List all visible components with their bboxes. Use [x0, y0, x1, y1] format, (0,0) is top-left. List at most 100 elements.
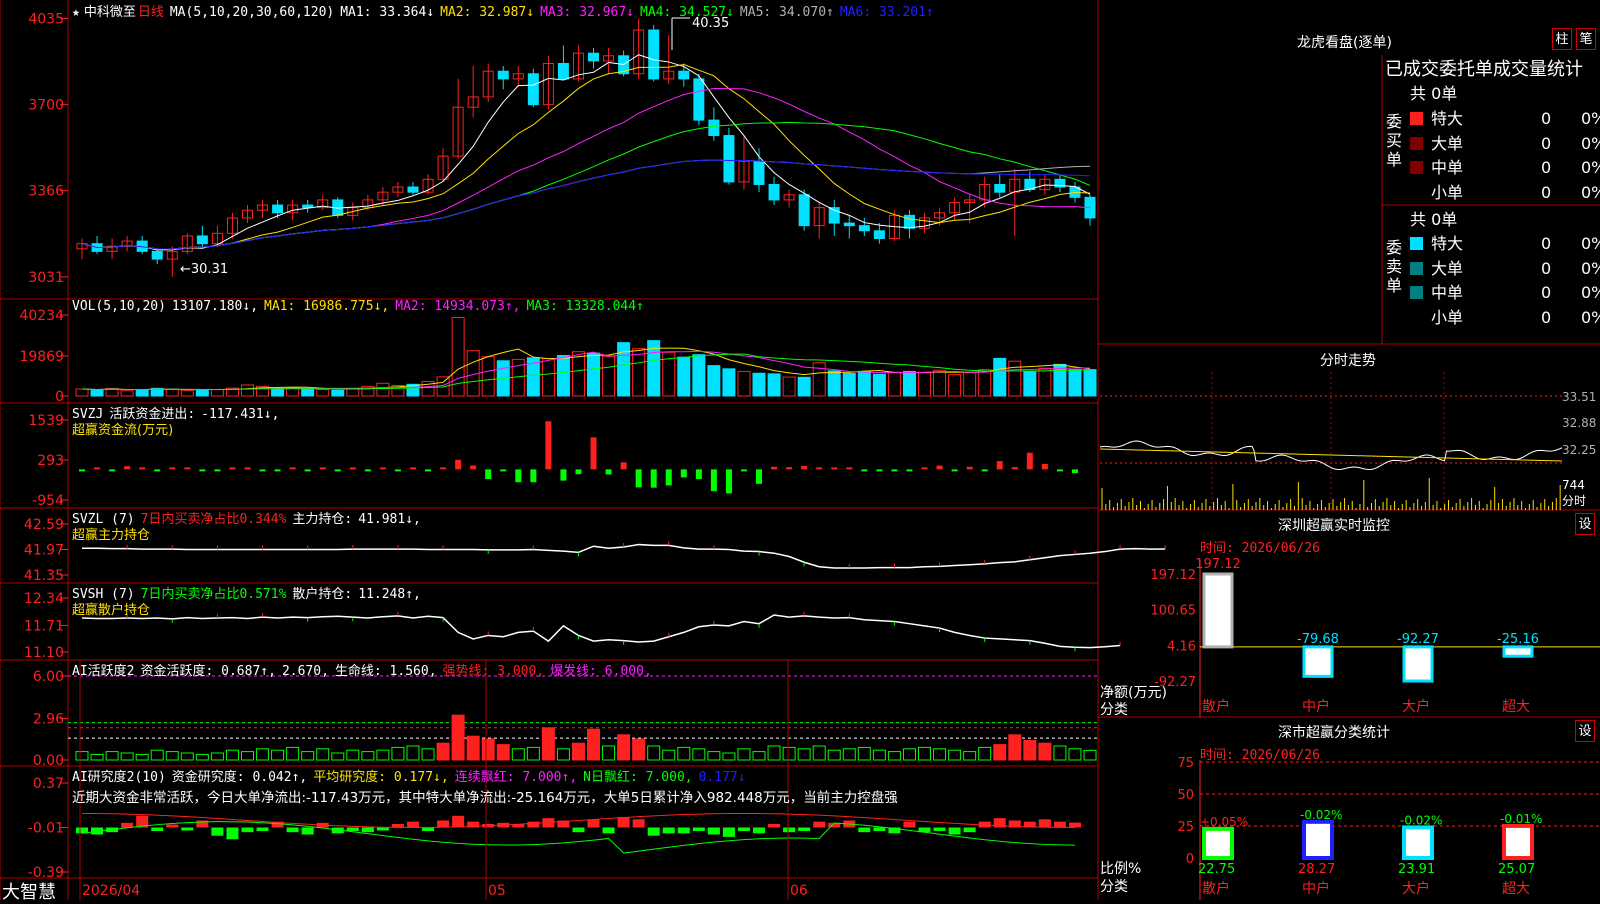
volume-bar	[346, 388, 360, 397]
tick-view-button[interactable]: 笔	[1576, 28, 1596, 50]
star-icon[interactable]: ★	[72, 5, 80, 20]
fund-flow-bar	[966, 466, 973, 470]
stats-value-label: 25.07	[1498, 862, 1535, 877]
stats-settings-button[interactable]: 设	[1575, 720, 1595, 742]
activity-bar	[677, 746, 691, 761]
order-percent: 0%	[1581, 307, 1600, 327]
research-bar	[587, 819, 600, 828]
period-label[interactable]: 日线	[138, 5, 164, 20]
activity-bar	[1023, 739, 1037, 761]
fund-flow-bar	[244, 467, 251, 470]
monitor-y-label: 100.65	[1151, 604, 1197, 619]
fund-flow-bar	[981, 469, 988, 472]
stats-title: 深市超赢分类统计	[1278, 725, 1390, 741]
volume-bar	[1053, 363, 1067, 397]
monitor-category-label: 超大	[1502, 699, 1530, 715]
fund-flow-bar	[440, 467, 447, 470]
y-tick-label: 40234	[19, 308, 64, 324]
research-bar	[376, 827, 389, 831]
stats-bar	[1402, 825, 1434, 861]
legend-item: 0.177↓	[698, 770, 746, 785]
activity-bar	[331, 752, 345, 761]
candle-body	[994, 183, 1006, 193]
order-count: 0	[1541, 283, 1552, 302]
stats-bar	[1202, 826, 1234, 861]
bar-view-button[interactable]: 柱	[1552, 28, 1572, 50]
vol-title: VOL(5,10,20) 13107.180↓, MA1: 16986.775↓, M…	[72, 299, 656, 314]
color-swatch	[1410, 286, 1423, 299]
activity-bar	[632, 738, 646, 761]
candle-body	[843, 222, 855, 227]
volume-bar	[677, 356, 691, 397]
research-avg-line	[81, 812, 1075, 829]
activity-bar	[105, 751, 119, 761]
fund-flow-bar	[710, 469, 717, 492]
activity-bar	[647, 745, 661, 761]
stats-change-label: -0.02%	[1400, 813, 1442, 827]
brand-logo: 大智慧	[2, 882, 56, 903]
research-bar	[813, 821, 826, 828]
order-count: 0	[1541, 258, 1552, 278]
fund-flow-bar	[1026, 452, 1033, 470]
color-swatch	[1410, 112, 1423, 125]
volume-bar	[301, 388, 315, 397]
research-bar	[572, 827, 585, 833]
fund-flow-bar	[725, 469, 732, 494]
y-tick-label: -0.01	[28, 821, 64, 837]
order-count: 0	[1541, 133, 1552, 153]
volume-bar	[541, 358, 555, 397]
order-size-label: 小单	[1431, 307, 1464, 327]
volume-bar	[782, 376, 796, 397]
candle-body	[272, 204, 284, 214]
research-bar	[933, 827, 946, 832]
volume-bar	[331, 389, 345, 397]
activity-bar	[1008, 734, 1022, 761]
y-tick-label: 3700	[28, 98, 64, 114]
candle-body	[903, 214, 915, 229]
volume-bar	[210, 389, 224, 397]
y-tick-label: 12.34	[24, 591, 64, 607]
legend-item: MA4: 34.527↓	[640, 5, 734, 20]
intraday-y-label: 32.88	[1562, 416, 1596, 430]
activity-bar	[165, 751, 179, 761]
stats-ylabel: 比例%	[1100, 861, 1142, 877]
research-bar	[1053, 821, 1066, 828]
fund-flow-bar	[996, 461, 1003, 470]
monitor-bar	[1402, 645, 1434, 683]
activity-bar	[180, 752, 194, 761]
intraday-vol-tick: 744	[1562, 478, 1585, 492]
activity-bar	[933, 748, 947, 761]
fund-flow-bar	[319, 467, 326, 470]
order-row: 小单 0 0%	[1410, 304, 1600, 328]
legend-item: MA5: 34.070↑	[739, 5, 834, 20]
stats-change-label: +0.05%	[1200, 815, 1248, 829]
y-tick-label: 41.97	[24, 543, 64, 559]
activity-bar	[887, 751, 901, 761]
fund-flow-bar	[560, 469, 567, 481]
stats-change-label: -0.01%	[1500, 812, 1542, 826]
x-date-label: 05	[488, 883, 506, 899]
research-bar	[632, 819, 645, 828]
fund-flow-bar	[500, 469, 507, 472]
color-swatch	[1410, 261, 1423, 275]
monitor-date: 时间: 2026/06/26	[1200, 541, 1320, 556]
activity-bar	[782, 746, 796, 761]
ma-line	[81, 87, 1091, 250]
legend-item: MA2: 14934.073↑,	[395, 299, 521, 314]
order-row: 小单 0 0%	[1410, 179, 1600, 203]
monitor-value-label: -79.68	[1297, 632, 1339, 647]
activity-bar	[1038, 742, 1052, 761]
candle-body	[708, 119, 720, 137]
research-bar	[617, 816, 630, 828]
volume-bar	[797, 376, 811, 397]
color-swatch	[1410, 237, 1423, 250]
activity-bar	[421, 748, 435, 761]
research-bar	[903, 821, 916, 828]
activity-bar	[120, 752, 134, 761]
monitor-settings-button[interactable]: 设	[1575, 513, 1595, 535]
volume-bar	[902, 370, 916, 397]
order-total: 共 0单	[1410, 210, 1458, 229]
activity-bar	[376, 749, 390, 761]
stats-y-label: 75	[1177, 756, 1194, 771]
fund-flow-bar	[485, 469, 492, 480]
